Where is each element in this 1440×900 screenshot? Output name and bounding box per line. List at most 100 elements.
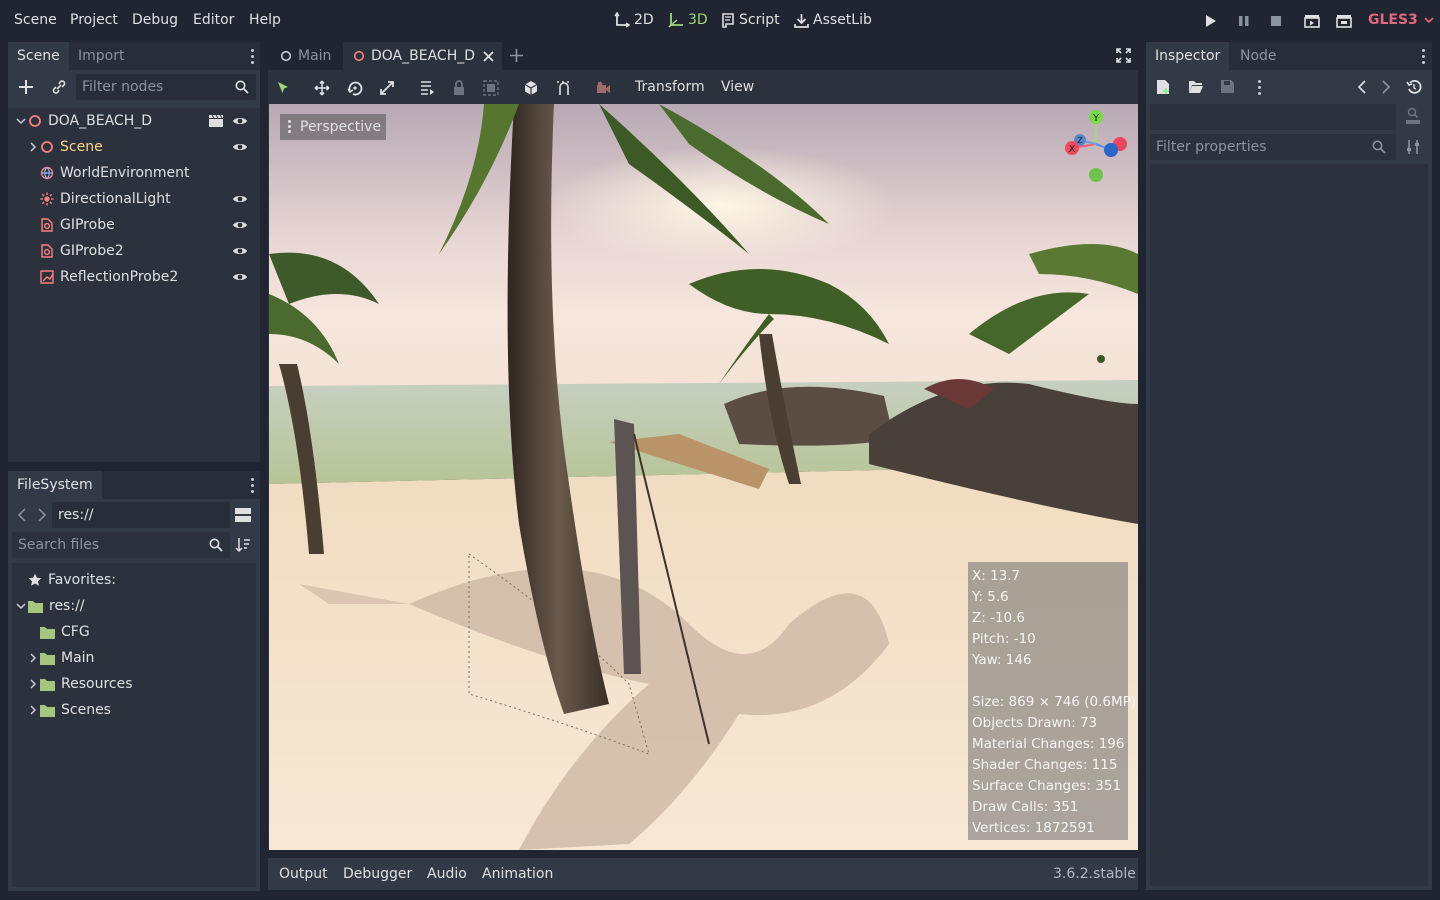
menu-project[interactable]: Project bbox=[70, 12, 118, 28]
stop-button[interactable] bbox=[1267, 12, 1285, 30]
stat-z: Z: -10.6 bbox=[972, 610, 1026, 626]
object-history-icon[interactable] bbox=[1406, 79, 1422, 95]
inspector-dock: Inspector Node bbox=[1146, 42, 1432, 890]
group-icon[interactable] bbox=[482, 79, 500, 97]
mode-script-button[interactable]: Script bbox=[721, 12, 780, 28]
folder-main[interactable]: Main bbox=[12, 645, 256, 671]
folder-scenes[interactable]: Scenes bbox=[12, 697, 256, 723]
perspective-menu-button[interactable]: Perspective bbox=[280, 114, 387, 140]
filesystem-menu-icon[interactable] bbox=[251, 478, 255, 496]
tree-node-worldenvironment[interactable]: WorldEnvironment bbox=[8, 160, 260, 186]
history-forward-icon[interactable] bbox=[1381, 80, 1391, 94]
tab-node[interactable]: Node bbox=[1231, 42, 1286, 70]
list-select-icon[interactable] bbox=[418, 79, 436, 97]
rotate-tool-icon[interactable] bbox=[346, 79, 364, 97]
folder-label: res:// bbox=[49, 598, 85, 614]
folder-icon bbox=[40, 704, 55, 717]
visibility-eye-icon[interactable] bbox=[232, 140, 248, 154]
scene-tab-doa-beach-d[interactable]: DOA_BEACH_D bbox=[343, 42, 502, 70]
bottom-tab-debugger[interactable]: Debugger bbox=[343, 866, 412, 882]
scene-dock-menu-icon[interactable] bbox=[251, 49, 255, 67]
play-custom-scene-button[interactable] bbox=[1335, 12, 1353, 30]
scene-tab-main[interactable]: Main bbox=[270, 42, 341, 70]
visibility-eye-icon[interactable] bbox=[232, 218, 248, 232]
new-scene-tab-plus-icon[interactable] bbox=[509, 48, 524, 63]
tree-node-giprobe2[interactable]: GIProbe2 bbox=[8, 238, 260, 264]
property-tools-icon[interactable] bbox=[1406, 139, 1420, 155]
menu-editor[interactable]: Editor bbox=[193, 12, 234, 28]
pause-button[interactable] bbox=[1235, 12, 1253, 30]
view-orientation-gizmo[interactable]: Y X Z bbox=[1062, 108, 1132, 184]
folder-res-root[interactable]: res:// bbox=[12, 593, 256, 619]
tree-node-directionallight[interactable]: DirectionalLight bbox=[8, 186, 260, 212]
inspector-dock-menu-icon[interactable] bbox=[1422, 49, 1426, 67]
tree-node-scene[interactable]: Scene bbox=[8, 134, 260, 160]
instance-scene-link-icon[interactable] bbox=[51, 79, 67, 95]
inspector-tools-menu-icon[interactable] bbox=[1258, 80, 1262, 98]
giprobe-icon bbox=[41, 244, 53, 258]
split-mode-icon[interactable] bbox=[235, 507, 251, 523]
play-scene-button[interactable] bbox=[1303, 12, 1321, 30]
visibility-eye-icon[interactable] bbox=[232, 192, 248, 206]
scale-tool-icon[interactable] bbox=[378, 79, 396, 97]
select-tool-arrow-icon[interactable] bbox=[274, 79, 292, 97]
search-files-input[interactable] bbox=[12, 532, 230, 558]
spatial-node-icon bbox=[353, 50, 365, 62]
menu-debug[interactable]: Debug bbox=[132, 12, 178, 28]
camera-override-icon[interactable] bbox=[594, 79, 612, 97]
tab-scene[interactable]: Scene bbox=[8, 42, 69, 70]
sort-icon[interactable] bbox=[235, 537, 251, 553]
folder-resources[interactable]: Resources bbox=[12, 671, 256, 697]
transform-menu[interactable]: Transform bbox=[635, 79, 705, 95]
tab-filesystem[interactable]: FileSystem bbox=[8, 471, 102, 499]
visibility-eye-icon[interactable] bbox=[232, 114, 248, 128]
open-folder-icon[interactable] bbox=[1188, 80, 1204, 94]
tree-node-giprobe[interactable]: GIProbe bbox=[8, 212, 260, 238]
move-tool-icon[interactable] bbox=[313, 79, 331, 97]
search-files-field[interactable] bbox=[12, 532, 230, 558]
filter-properties-input[interactable] bbox=[1150, 134, 1396, 160]
add-node-icon[interactable] bbox=[18, 79, 34, 95]
back-arrow-icon[interactable] bbox=[17, 508, 27, 522]
local-space-cube-icon[interactable] bbox=[522, 79, 540, 97]
visibility-eye-icon[interactable] bbox=[232, 244, 248, 258]
tab-import[interactable]: Import bbox=[69, 42, 133, 70]
folder-cfg[interactable]: CFG bbox=[12, 619, 256, 645]
gizmo-y-label: Y bbox=[1092, 113, 1100, 124]
bottom-tab-audio[interactable]: Audio bbox=[427, 866, 467, 882]
filesystem-dock: FileSystem Favorites: res:// CFG bbox=[8, 471, 260, 891]
object-path-field[interactable] bbox=[1150, 104, 1396, 130]
tree-node-doa-beach-d[interactable]: DOA_BEACH_D bbox=[8, 108, 260, 134]
play-button[interactable] bbox=[1202, 12, 1220, 30]
forward-arrow-icon[interactable] bbox=[37, 508, 47, 522]
tab-inspector[interactable]: Inspector bbox=[1146, 42, 1230, 70]
bottom-tab-output[interactable]: Output bbox=[279, 866, 328, 882]
menu-help[interactable]: Help bbox=[249, 12, 281, 28]
path-field[interactable] bbox=[52, 502, 230, 528]
engine-version-label: 3.6.2.stable bbox=[1053, 866, 1136, 882]
open-documentation-icon[interactable] bbox=[1405, 107, 1421, 125]
history-back-icon[interactable] bbox=[1357, 80, 1367, 94]
bottom-tab-animation[interactable]: Animation bbox=[482, 866, 553, 882]
distraction-free-expand-icon[interactable] bbox=[1116, 48, 1131, 63]
snap-icon[interactable] bbox=[555, 79, 573, 97]
renderer-selector[interactable]: GLES3 bbox=[1368, 12, 1434, 28]
view-menu[interactable]: View bbox=[721, 79, 754, 95]
mode-2d-button[interactable]: 2D bbox=[614, 12, 654, 28]
lock-icon[interactable] bbox=[450, 79, 468, 97]
save-icon[interactable] bbox=[1220, 79, 1235, 94]
favorites-row[interactable]: Favorites: bbox=[12, 567, 256, 593]
filter-nodes-field[interactable] bbox=[76, 74, 256, 100]
mode-3d-button[interactable]: 3D bbox=[668, 12, 708, 28]
visibility-eye-icon[interactable] bbox=[232, 270, 248, 284]
new-resource-icon[interactable] bbox=[1156, 79, 1171, 95]
menu-scene[interactable]: Scene bbox=[14, 12, 57, 28]
mode-assetlib-button[interactable]: AssetLib bbox=[794, 12, 872, 28]
tree-node-label: GIProbe2 bbox=[60, 243, 124, 259]
close-icon[interactable] bbox=[483, 51, 494, 62]
filter-properties-field[interactable] bbox=[1150, 134, 1396, 160]
path-input[interactable] bbox=[52, 502, 230, 528]
clapperboard-icon[interactable] bbox=[208, 114, 224, 128]
filter-nodes-input[interactable] bbox=[76, 74, 256, 100]
tree-node-reflectionprobe2[interactable]: ReflectionProbe2 bbox=[8, 264, 260, 290]
